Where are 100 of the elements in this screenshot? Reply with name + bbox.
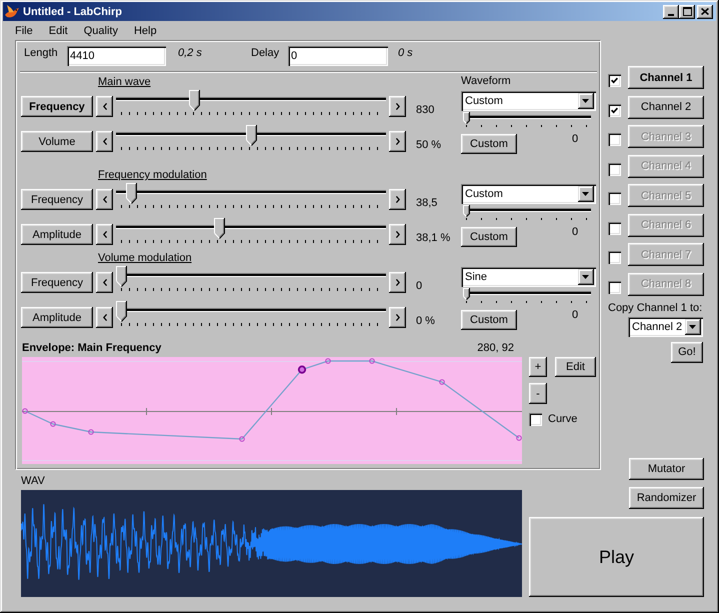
parameter-button[interactable]: Frequency [21,272,93,293]
menu-item[interactable]: Help [126,24,165,36]
length-label: Length [24,46,58,59]
channel-checkbox[interactable] [608,74,621,87]
step-left-button[interactable] [96,131,113,152]
value-readout: 50 % [416,138,442,152]
channel-checkbox[interactable] [608,104,621,116]
slider-track[interactable] [116,266,386,292]
value-readout: 0 [416,279,422,293]
slider-thumb[interactable] [463,205,470,217]
coordinate-readout: 280, 92 [477,341,514,355]
maximize-icon [682,7,692,16]
window-title: Untitled - LabChirp [23,6,122,18]
slider-track[interactable] [463,287,591,304]
step-right-button[interactable] [389,131,406,152]
step-right-button[interactable] [389,189,406,210]
step-right-button[interactable] [389,272,406,293]
duration-text: 0 s [398,46,413,59]
slider-track[interactable] [116,125,386,151]
close-icon [701,8,709,15]
slider-thumb[interactable] [116,301,127,322]
channel-dropdown[interactable]: Channel 2 [628,316,703,336]
length-input[interactable]: 4410 [67,46,166,66]
envelope-point[interactable] [88,429,94,435]
step-left-button[interactable] [96,224,113,245]
envelope-point[interactable] [369,358,375,364]
step-left-button[interactable] [96,96,113,117]
chevron-right-icon [396,231,400,238]
parameter-button[interactable]: Frequency [21,96,93,117]
envelope-point[interactable] [298,366,306,374]
mutator-button[interactable]: Mutator [629,458,704,480]
add-button[interactable]: + [529,357,547,377]
step-right-button[interactable] [389,307,406,328]
step-left-button[interactable] [96,272,113,293]
custom-button[interactable]: Custom [461,310,517,330]
menu-item[interactable]: Edit [40,24,76,36]
caret-down-icon[interactable] [578,93,594,109]
menu-item[interactable]: Quality [76,24,126,36]
waveform-dropdown[interactable]: Custom [461,184,596,204]
slider-thumb[interactable] [188,90,200,111]
checkmark-icon [611,106,618,114]
step-left-button[interactable] [96,307,113,328]
envelope-point[interactable] [22,408,28,414]
parameter-button[interactable]: Amplitude [21,307,93,328]
envelope-point[interactable] [516,435,522,441]
caret-down-icon[interactable] [685,318,701,334]
edit-button[interactable]: Edit [555,357,596,377]
envelope-point[interactable] [239,436,245,442]
slider-track[interactable] [116,218,386,244]
maximize-button[interactable] [679,4,695,18]
slider-track[interactable] [116,90,386,116]
envelope-point[interactable] [439,379,445,385]
slider-track[interactable] [463,204,591,221]
slider-track[interactable] [463,111,591,128]
envelope-point[interactable] [50,421,56,427]
slider-track[interactable] [116,183,386,209]
slider-thumb[interactable] [116,266,127,287]
minimize-button[interactable] [663,4,679,18]
randomizer-button[interactable]: Randomizer [629,487,704,509]
slider-thumb[interactable] [246,125,256,146]
step-right-button[interactable] [389,96,406,117]
channel-button[interactable]: Channel 2 [628,96,704,118]
duration-text: 0,2 s [178,46,202,59]
remove-button[interactable]: - [529,383,547,404]
parameter-button[interactable]: Frequency [21,189,93,210]
caret-down-icon[interactable] [578,186,594,202]
delay-input[interactable]: 0 [288,46,388,66]
custom-button[interactable]: Custom [461,134,517,154]
curve-checkbox[interactable] [529,413,542,426]
step-left-button[interactable] [96,189,113,210]
waveform-dropdown[interactable]: Sine [461,267,596,287]
menu-item[interactable]: File [7,24,41,36]
envelope-point[interactable] [325,358,331,364]
custom-button[interactable]: Custom [461,227,517,247]
slider-thumb[interactable] [214,218,226,239]
slider-track[interactable] [116,301,386,327]
parameter-button[interactable]: Volume [21,131,93,152]
step-right-button[interactable] [389,224,406,245]
section-title: Volume modulation [98,252,192,264]
slider-thumb[interactable] [126,183,138,204]
chevron-left-icon [102,138,106,145]
slider-thumb[interactable] [463,288,470,300]
caret-down-icon[interactable] [578,269,594,285]
section-title: Main wave [98,76,151,88]
delay-label: Delay [251,46,280,59]
waveform-label: Waveform [461,75,511,87]
value-readout: 38,5 [416,196,438,210]
checkmark-icon [611,77,618,84]
channel-button[interactable]: Channel 1 [628,66,704,89]
value-readout: 38,1 % [416,231,450,245]
chevron-right-icon [396,279,400,286]
slider-thumb[interactable] [463,112,470,124]
waveform-dropdown[interactable]: Custom [461,91,596,111]
play-button[interactable]: Play [529,517,704,597]
minimize-icon [668,14,674,16]
chevron-left-icon [102,196,106,203]
section-title: Frequency modulation [98,169,207,181]
close-button[interactable] [697,4,713,18]
go-button[interactable]: Go! [671,342,703,362]
parameter-button[interactable]: Amplitude [21,224,93,245]
